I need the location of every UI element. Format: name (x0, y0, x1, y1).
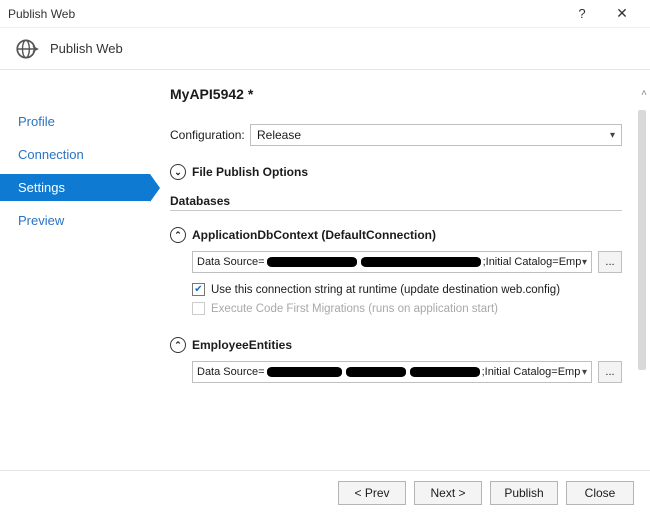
connection-string-input[interactable]: Data Source= ;Initial Catalog=Emp ▾ (192, 361, 592, 383)
configuration-label: Configuration: (170, 128, 250, 142)
close-button[interactable]: Close (566, 481, 634, 505)
dialog-header: Publish Web (0, 28, 650, 70)
checkbox-checked-icon: ✔ (192, 283, 205, 296)
conn-prefix: Data Source= (197, 256, 265, 268)
sidebar-item-profile[interactable]: Profile (0, 108, 150, 135)
globe-arrow-icon (14, 36, 40, 62)
project-title: MyAPI5942 * (170, 86, 622, 102)
window-title: Publish Web (8, 7, 562, 21)
redacted-text (361, 257, 481, 267)
db-name: EmployeeEntities (192, 338, 292, 352)
settings-panel: ˄ MyAPI5942 * Configuration: Release ▾ ⌄… (150, 70, 650, 470)
redacted-text (346, 367, 406, 377)
file-publish-label: File Publish Options (192, 165, 308, 179)
conn-suffix: ;Initial Catalog=Emp (483, 256, 582, 268)
close-icon: ✕ (616, 5, 628, 21)
configuration-row: Configuration: Release ▾ (170, 124, 622, 146)
redacted-text (410, 367, 480, 377)
chevron-down-circle-icon: ⌄ (170, 164, 186, 180)
file-publish-expander[interactable]: ⌄ File Publish Options (170, 164, 622, 180)
sidebar-item-preview[interactable]: Preview (0, 207, 150, 234)
configuration-select[interactable]: Release ▾ (250, 124, 622, 146)
titlebar: Publish Web ? ✕ (0, 0, 650, 28)
db-block-employeeentities: ⌃ EmployeeEntities Data Source= ;Initial… (170, 337, 622, 383)
databases-heading: Databases (170, 194, 622, 211)
prev-button[interactable]: < Prev (338, 481, 406, 505)
connection-string-row: Data Source= ;Initial Catalog=Emp ▾ ... (192, 251, 622, 273)
connection-string-input[interactable]: Data Source= ;Initial Catalog=Emp ▾ (192, 251, 592, 273)
dialog-body: Profile Connection Settings Preview ˄ My… (0, 70, 650, 470)
migrations-row: Execute Code First Migrations (runs on a… (192, 302, 622, 315)
next-button[interactable]: Next > (414, 481, 482, 505)
dialog-title: Publish Web (50, 41, 123, 56)
browse-button[interactable]: ... (598, 251, 622, 273)
chevron-down-icon: ▾ (610, 130, 615, 141)
chevron-down-icon: ▾ (582, 367, 587, 378)
browse-button[interactable]: ... (598, 361, 622, 383)
use-runtime-row[interactable]: ✔ Use this connection string at runtime … (192, 283, 622, 296)
db-block-applicationdbcontext: ⌃ ApplicationDbContext (DefaultConnectio… (170, 227, 622, 315)
chevron-up-circle-icon: ⌃ (170, 337, 186, 353)
sidebar-item-settings[interactable]: Settings (0, 174, 150, 201)
checkbox-unchecked-icon (192, 302, 205, 315)
db-expander[interactable]: ⌃ EmployeeEntities (170, 337, 622, 353)
db-expander[interactable]: ⌃ ApplicationDbContext (DefaultConnectio… (170, 227, 622, 243)
dialog-footer: < Prev Next > Publish Close (0, 470, 650, 514)
sidebar-item-connection[interactable]: Connection (0, 141, 150, 168)
conn-suffix: ;Initial Catalog=Emp (482, 366, 581, 378)
redacted-text (267, 257, 357, 267)
configuration-value: Release (257, 128, 301, 142)
scrollbar-thumb[interactable] (638, 110, 646, 370)
use-runtime-label: Use this connection string at runtime (u… (211, 284, 560, 296)
redacted-text (267, 367, 342, 377)
publish-button[interactable]: Publish (490, 481, 558, 505)
connection-string-row: Data Source= ;Initial Catalog=Emp ▾ ... (192, 361, 622, 383)
chevron-down-icon: ▾ (582, 257, 587, 268)
scroll-up-icon[interactable]: ˄ (641, 88, 647, 99)
migrations-label: Execute Code First Migrations (runs on a… (211, 303, 498, 315)
conn-prefix: Data Source= (197, 366, 265, 378)
help-button[interactable]: ? (562, 6, 602, 21)
close-window-button[interactable]: ✕ (602, 5, 642, 22)
db-name: ApplicationDbContext (DefaultConnection) (192, 228, 436, 242)
wizard-sidebar: Profile Connection Settings Preview (0, 70, 150, 470)
chevron-up-circle-icon: ⌃ (170, 227, 186, 243)
